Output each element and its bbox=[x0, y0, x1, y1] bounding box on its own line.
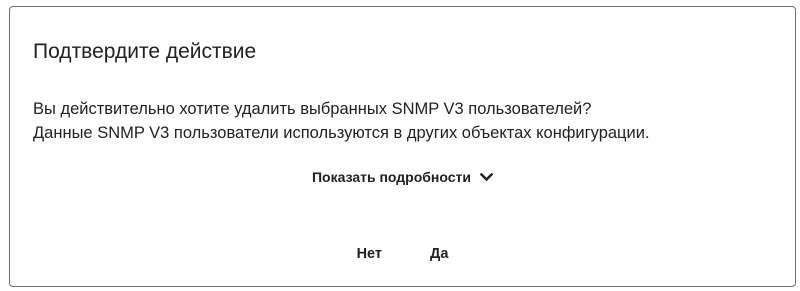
message-line-1: Вы действительно хотите удалить выбранны… bbox=[33, 100, 592, 118]
yes-button[interactable]: Да bbox=[424, 244, 454, 264]
confirm-dialog: Подтвердите действие Вы действительно хо… bbox=[9, 6, 796, 287]
message-line-2: Данные SNMP V3 пользователи используются… bbox=[33, 124, 650, 142]
show-details-toggle[interactable]: Показать подробности bbox=[10, 169, 795, 185]
chevron-down-icon bbox=[479, 170, 493, 184]
dialog-actions: Нет Да bbox=[10, 244, 795, 264]
show-details-label: Показать подробности bbox=[311, 169, 472, 185]
dialog-message: Вы действительно хотите удалить выбранны… bbox=[33, 97, 650, 145]
dialog-title: Подтвердите действие bbox=[33, 40, 257, 63]
no-button[interactable]: Нет bbox=[351, 244, 388, 264]
